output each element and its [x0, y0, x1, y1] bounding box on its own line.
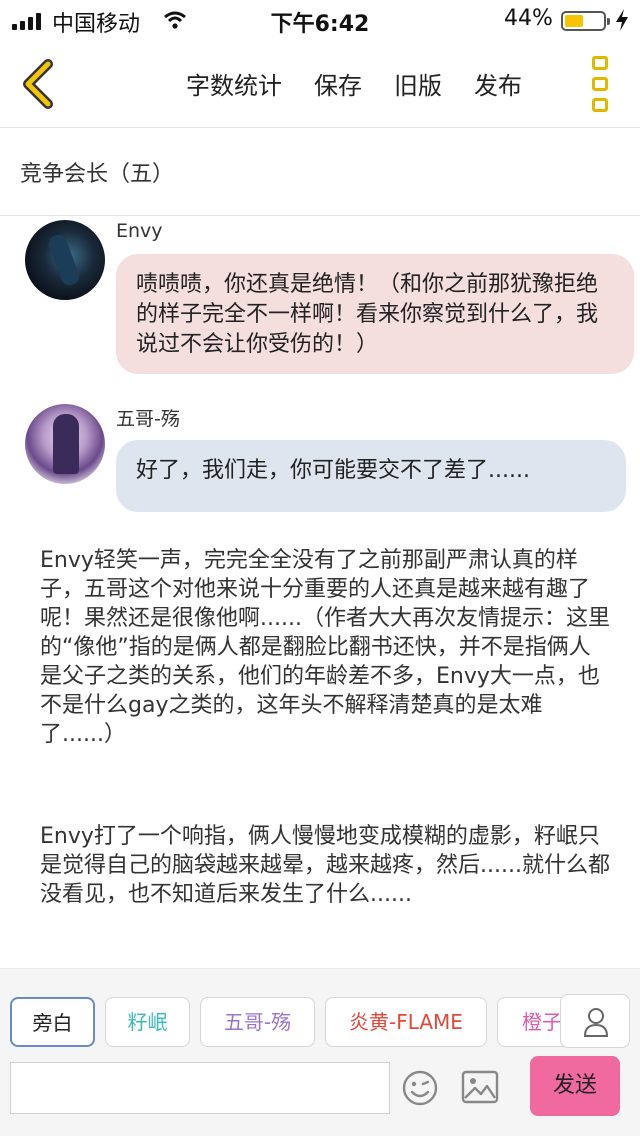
role-tab-wuge[interactable]: 五哥-殇	[200, 997, 315, 1047]
old-version-button[interactable]: 旧版	[394, 66, 442, 101]
avatar-wuge[interactable]	[25, 404, 105, 484]
status-bar: 中国移动 下午6:42 44%	[0, 0, 640, 40]
header-actions: 字数统计 保存 旧版 发布	[186, 66, 554, 101]
battery-percentage: 44%	[504, 6, 553, 31]
speaker-name-wuge: 五哥-殇	[116, 408, 180, 430]
role-tab-narrator[interactable]: 旁白	[10, 997, 95, 1047]
narration-paragraph[interactable]: Envy轻笑一声，完完全全没有了之前那副严肃认真的样子，五哥这个对他来说十分重要…	[40, 546, 610, 749]
save-button[interactable]: 保存	[314, 66, 362, 101]
message-input[interactable]	[10, 1062, 390, 1114]
battery-icon	[561, 11, 610, 31]
message-text: 好了，我们走，你可能要交不了差了......	[136, 458, 530, 483]
add-role-button[interactable]	[560, 994, 630, 1048]
chapter-title-row[interactable]: 竞争会长（五）	[0, 128, 640, 216]
message-bubble-wuge[interactable]: 好了，我们走，你可能要交不了差了......	[116, 440, 626, 512]
message-text: 啧啧啧，你还真是绝情！（和你之前那犹豫拒绝的样子完全不一样啊！看来你察觉到什么了…	[136, 272, 599, 357]
more-menu-icon[interactable]	[590, 56, 610, 112]
image-icon[interactable]	[461, 1070, 499, 1104]
charging-icon	[616, 9, 628, 31]
word-count-button[interactable]: 字数统计	[186, 66, 282, 101]
chapter-title: 竞争会长（五）	[20, 162, 175, 187]
send-button[interactable]: 发送	[530, 1056, 620, 1116]
narration-paragraph[interactable]: Envy打了一个响指，俩人慢慢地变成模糊的虚影，籽岷只是觉得自己的脑袋越来越晕，…	[40, 822, 610, 909]
role-selector: 旁白 籽岷 五哥-殇 炎黄-FLAME 橙子	[10, 997, 640, 1049]
back-arrow-icon[interactable]	[16, 56, 60, 112]
message-bubble-envy[interactable]: 啧啧啧，你还真是绝情！（和你之前那犹豫拒绝的样子完全不一样啊！看来你察觉到什么了…	[116, 254, 634, 374]
publish-button[interactable]: 发布	[474, 66, 522, 101]
speaker-name-envy: Envy	[116, 220, 163, 242]
role-tab-flame[interactable]: 炎黄-FLAME	[325, 997, 487, 1047]
role-tab-zimin[interactable]: 籽岷	[105, 997, 190, 1047]
emoji-icon[interactable]	[402, 1070, 438, 1106]
editor-header: 字数统计 保存 旧版 发布	[0, 40, 640, 128]
person-icon	[583, 1008, 609, 1037]
avatar-envy[interactable]	[25, 220, 105, 300]
